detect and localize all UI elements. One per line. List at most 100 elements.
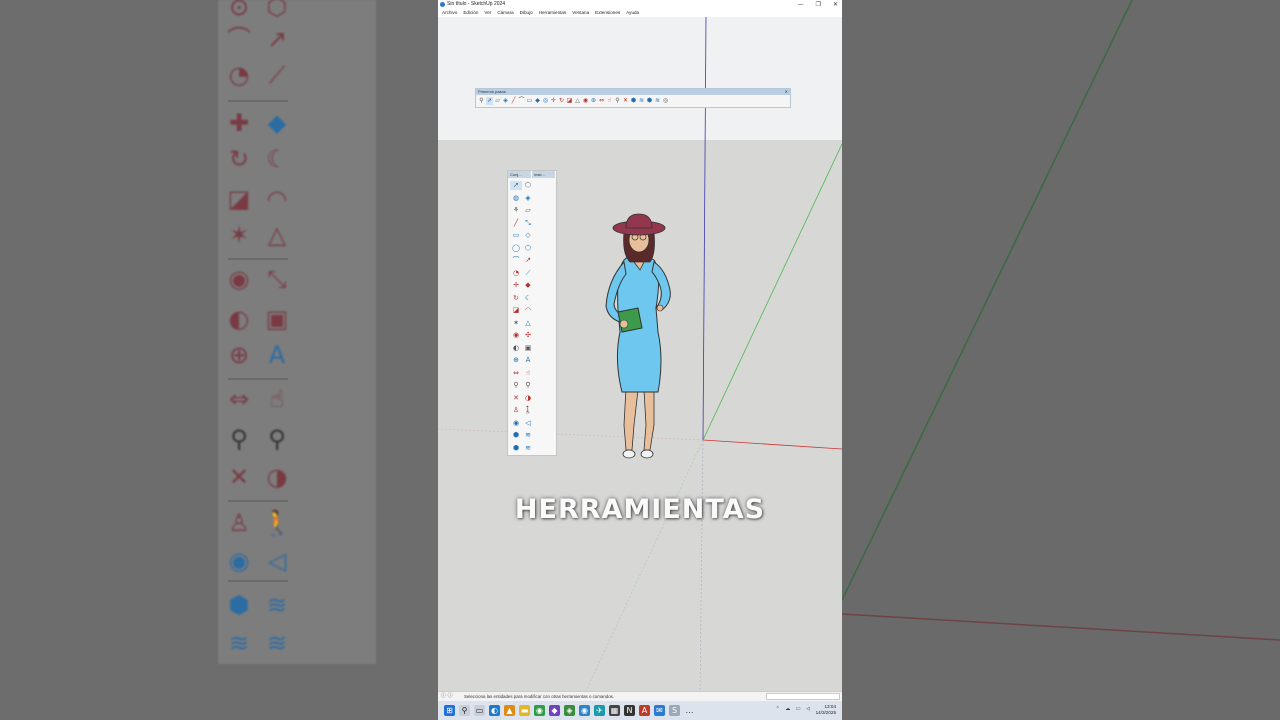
rotate-icon[interactable]: ↻: [558, 97, 565, 105]
menu-extensiones[interactable]: Extensiones: [595, 9, 620, 17]
look-around-icon[interactable]: ◉: [510, 419, 522, 428]
measurements-box[interactable]: [766, 693, 840, 700]
zoom-window-icon[interactable]: ⚲: [522, 381, 534, 390]
scale-figure-woman[interactable]: [596, 210, 696, 466]
orbit-icon[interactable]: ⇔: [510, 369, 522, 378]
three-point-arc-icon[interactable]: ◔: [510, 269, 522, 278]
task-view-icon[interactable]: ▭: [474, 705, 485, 716]
select-icon[interactable]: ➚: [510, 181, 522, 190]
app-icon-mail[interactable]: ✉: [654, 705, 665, 716]
text-icon[interactable]: ◉: [582, 97, 589, 105]
acrobat-icon[interactable]: A: [639, 705, 650, 716]
advanced-camera-icon[interactable]: ◁: [522, 419, 534, 428]
app-icon-green[interactable]: ◈: [564, 705, 575, 716]
tape-measure-icon[interactable]: △: [574, 97, 581, 105]
rectangle-icon[interactable]: ▭: [526, 97, 533, 105]
text-icon[interactable]: ✣: [522, 331, 534, 340]
menu-archivo[interactable]: Archivo: [442, 9, 457, 17]
edge-icon[interactable]: ◐: [489, 705, 500, 716]
dimension-icon[interactable]: ◉: [510, 331, 522, 340]
tab-conjunto[interactable]: Conj...: [508, 171, 532, 178]
app-icon-blue[interactable]: ◉: [579, 705, 590, 716]
taskbar-clock[interactable]: 13:04 14/3/2025: [816, 704, 836, 716]
zoom-extents-icon[interactable]: ✕: [622, 97, 629, 105]
hand-icon[interactable]: ☝: [606, 97, 613, 105]
push-pull-icon[interactable]: ◆: [534, 97, 541, 105]
zoom-window-icon[interactable]: ⚲: [614, 97, 621, 105]
menu-herramientas[interactable]: Herramientas: [539, 9, 567, 17]
eraser-icon[interactable]: ▱: [494, 97, 501, 105]
freehand-icon[interactable]: ⤡: [522, 219, 534, 228]
more-apps-icon[interactable]: …: [684, 705, 695, 716]
account-icon[interactable]: ◎: [662, 97, 669, 105]
pan-icon[interactable]: ⇔: [598, 97, 605, 105]
follow-me-icon[interactable]: ☾: [522, 294, 534, 303]
extension-warehouse-icon[interactable]: ≋: [638, 97, 645, 105]
lasso-icon[interactable]: ◍: [510, 194, 522, 203]
extension-manager-icon[interactable]: ≋: [654, 97, 661, 105]
zoom-icon[interactable]: ⚲: [478, 97, 485, 105]
offset-icon[interactable]: ◎: [542, 97, 549, 105]
tab-instrucciones[interactable]: Instr...: [532, 171, 556, 178]
menu-ver[interactable]: Ver: [484, 9, 491, 17]
line-icon[interactable]: ╱: [510, 219, 522, 228]
previous-view-icon[interactable]: ◑: [522, 394, 534, 403]
toolbar-close-icon[interactable]: ✕: [785, 89, 788, 95]
app-icon-dark[interactable]: ▦: [609, 705, 620, 716]
rotate-icon[interactable]: ↻: [510, 294, 522, 303]
line-icon[interactable]: ╱: [510, 97, 517, 105]
select-icon[interactable]: ➚: [486, 97, 493, 105]
polygon-icon[interactable]: ⬡: [522, 244, 534, 253]
3d-warehouse-icon[interactable]: ⬢: [630, 97, 637, 105]
vlc-icon[interactable]: ▲: [504, 705, 515, 716]
make-component-icon[interactable]: ⬡: [522, 181, 534, 190]
move-icon[interactable]: ✛: [550, 97, 557, 105]
rotated-rectangle-icon[interactable]: ◇: [522, 231, 534, 240]
menu-dibujo[interactable]: Dibujo: [520, 9, 533, 17]
layout-send-icon[interactable]: ⬢: [510, 444, 522, 453]
menu-camara[interactable]: Cámara: [497, 9, 513, 17]
zoom-extents-icon[interactable]: ✕: [510, 394, 522, 403]
extension-manager-icon[interactable]: ≋: [522, 444, 534, 453]
3d-text-icon[interactable]: ▣: [522, 344, 534, 353]
3d-warehouse-icon[interactable]: ⬢: [510, 431, 522, 440]
circle-icon[interactable]: ◯: [510, 244, 522, 253]
layout-icon[interactable]: ⬢: [646, 97, 653, 105]
close-button[interactable]: ✕: [833, 0, 838, 9]
app-icon-teal[interactable]: ✈: [594, 705, 605, 716]
maximize-button[interactable]: ❐: [816, 0, 821, 9]
status-info-icon[interactable]: ⓘ ⓘ: [441, 692, 453, 701]
axes-icon[interactable]: ◐: [510, 344, 522, 353]
file-explorer-icon[interactable]: ▬: [519, 705, 530, 716]
section-plane-icon[interactable]: ⊕: [510, 356, 522, 365]
walk-icon[interactable]: 🚶: [522, 406, 534, 415]
paint-bucket-icon[interactable]: ◈: [502, 97, 509, 105]
protractor-icon[interactable]: △: [522, 319, 534, 328]
position-camera-icon[interactable]: ♙: [510, 406, 522, 415]
tape-measure-icon[interactable]: ✶: [510, 319, 522, 328]
tag-icon[interactable]: ⚘: [510, 206, 522, 215]
notion-icon[interactable]: N: [624, 705, 635, 716]
arc-icon[interactable]: ⌒: [518, 97, 525, 105]
app-icon-purple[interactable]: ◆: [549, 705, 560, 716]
scale-icon[interactable]: ◪: [566, 97, 573, 105]
extension-warehouse-icon[interactable]: ≋: [522, 431, 534, 440]
two-point-arc-icon[interactable]: ↗: [522, 256, 534, 265]
windows-start-icon[interactable]: ⊞: [444, 705, 455, 716]
scale-icon[interactable]: ◪: [510, 306, 522, 315]
menu-ventana[interactable]: Ventana: [572, 9, 589, 17]
chrome-icon[interactable]: ◉: [534, 705, 545, 716]
system-tray-icons[interactable]: ⌃ ☁ ▭ ◁: [775, 706, 812, 712]
pan-icon[interactable]: ☝: [522, 369, 534, 378]
eraser-icon[interactable]: ▱: [522, 206, 534, 215]
offset-icon[interactable]: ◠: [522, 306, 534, 315]
paint-bucket-icon[interactable]: ◈: [522, 194, 534, 203]
search-icon[interactable]: ⚲: [459, 705, 470, 716]
menu-edicion[interactable]: Edición: [463, 9, 478, 17]
arc-icon[interactable]: ⌒: [510, 256, 522, 265]
rectangle-icon[interactable]: ▭: [510, 231, 522, 240]
push-pull-icon[interactable]: ◆: [522, 281, 534, 290]
toolbar-conjunto-grande[interactable]: Conj... Instr... ➚ ⬡ ◍ ◈ ⚘ ▱ ╱ ⤡ ▭ ◇ ◯ ⬡…: [507, 170, 557, 456]
toolbar-primeros-pasos[interactable]: Primeros pasos ✕ ⚲ ➚ ▱ ◈ ╱ ⌒ ▭ ◆ ◎ ✛ ↻ ◪…: [475, 88, 791, 108]
zoom-icon[interactable]: ⚲: [510, 381, 522, 390]
